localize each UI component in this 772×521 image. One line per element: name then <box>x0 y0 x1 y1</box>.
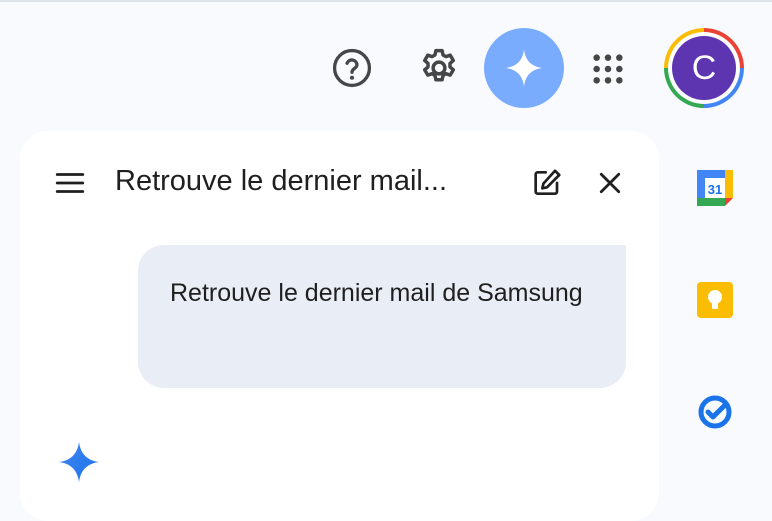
avatar: C <box>672 36 736 100</box>
user-message-text: Retrouve le dernier mail de Samsung <box>170 279 583 307</box>
gear-icon <box>422 48 456 82</box>
close-icon <box>599 172 621 194</box>
account-button[interactable]: C <box>664 28 744 108</box>
calendar-day-label: 31 <box>708 182 722 197</box>
help-icon <box>332 48 372 88</box>
panel-title: Retrouve le dernier mail... <box>115 165 448 197</box>
new-chat-button[interactable] <box>527 163 567 203</box>
menu-button[interactable] <box>50 163 90 203</box>
close-button[interactable] <box>590 163 630 203</box>
user-message-bubble: Retrouve le dernier mail de Samsung <box>138 245 626 388</box>
keep-app-button[interactable] <box>693 278 737 322</box>
help-button[interactable] <box>327 43 377 93</box>
apps-grid-icon <box>593 54 623 84</box>
google-apps-button[interactable] <box>585 46 631 92</box>
gemini-sparkle-icon <box>505 49 543 87</box>
edit-icon <box>534 169 561 195</box>
tasks-icon <box>698 395 732 429</box>
settings-button[interactable] <box>414 43 464 93</box>
tasks-app-button[interactable] <box>693 389 737 433</box>
menu-icon <box>55 173 85 193</box>
gemini-button[interactable] <box>484 28 564 108</box>
keep-icon <box>697 282 733 318</box>
gemini-sparkle-icon <box>57 440 101 484</box>
top-border <box>0 0 772 2</box>
calendar-app-button[interactable]: 31 <box>693 166 737 210</box>
calendar-icon: 31 <box>697 170 733 206</box>
gemini-panel: Retrouve le dernier mail... Retrouve le … <box>20 131 659 521</box>
